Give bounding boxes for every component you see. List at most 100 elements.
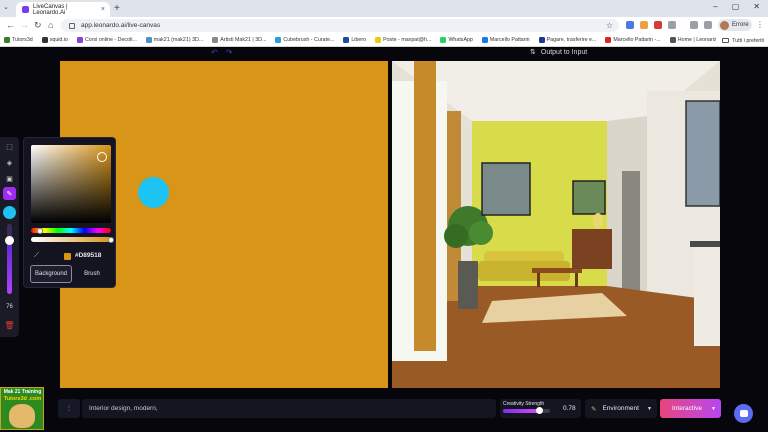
extension-translate-icon[interactable] — [626, 21, 634, 29]
close-tab-icon[interactable]: × — [101, 6, 105, 13]
bookmark-favicon-icon — [538, 37, 545, 43]
minimize-icon[interactable]: – — [713, 2, 717, 11]
opacity-knob[interactable] — [108, 236, 114, 243]
bookmark-favicon-icon — [375, 37, 382, 43]
bookmark-item[interactable]: WhatsApp — [440, 37, 473, 43]
trash-icon[interactable]: 🗑 — [4, 321, 15, 332]
redo-icon[interactable]: ↷ — [226, 48, 241, 57]
select-tool-icon[interactable]: ⬚ — [3, 140, 16, 153]
bookmark-item[interactable]: squid.io — [41, 37, 68, 43]
bookmark-label: squid.io — [49, 37, 68, 43]
bookmark-item[interactable]: Marcello Pattarin -... — [605, 37, 661, 43]
profile-label: Errore — [732, 22, 749, 28]
browser-tab-bar: ⌄ LiveCanvas | Leonardo.Ai × + – ▢ ✕ — [0, 0, 768, 17]
output-to-input-button[interactable]: ⇅ Output to Input — [530, 48, 587, 57]
bookmark-label: Marcello Pattarin -... — [613, 37, 661, 43]
tab-brush[interactable]: Brush — [72, 265, 112, 283]
downloads-icon[interactable] — [690, 21, 698, 29]
maximize-icon[interactable]: ▢ — [732, 2, 740, 11]
bookmark-item[interactable]: Tutors3d — [4, 37, 33, 43]
bookmark-label: Poste - maxpat@h... — [383, 37, 432, 43]
creativity-strength-control: Creativity Strength 0.78 — [500, 399, 581, 418]
brush-color-chip[interactable] — [3, 206, 16, 219]
extension-fox-icon[interactable] — [640, 21, 648, 29]
current-color-swatch — [64, 253, 71, 260]
opacity-slider[interactable] — [31, 236, 114, 243]
reload-icon[interactable]: ↻ — [34, 20, 42, 31]
saturation-value-area[interactable] — [31, 145, 111, 223]
chevron-down-icon[interactable]: ▼ — [711, 406, 716, 412]
bookmark-item[interactable]: mak21 (mak21) 3D... — [145, 37, 204, 43]
mak21-training-logo: Mak 21 Training Tutors3d .com — [0, 387, 44, 430]
image-upload-tool-icon[interactable]: ▣ — [3, 172, 16, 185]
side-panel-icon[interactable] — [704, 21, 712, 29]
browser-menu-icon[interactable]: ⋮ — [756, 20, 764, 29]
eyedropper-icon[interactable]: ⟋ — [34, 252, 39, 260]
logo-line2: Tutors3d .com — [3, 396, 42, 402]
creativity-strength-slider[interactable] — [503, 407, 550, 414]
prompt-input[interactable]: Interior design, modern, — [82, 399, 496, 418]
hue-knob[interactable] — [36, 227, 43, 234]
creativity-strength-knob[interactable] — [536, 407, 544, 414]
window-controls: – ▢ ✕ — [713, 2, 760, 11]
new-tab-button[interactable]: + — [114, 3, 120, 14]
undo-icon[interactable]: ↶ — [211, 48, 226, 57]
undo-redo-controls: ↶↷ — [211, 48, 240, 57]
bookmark-favicon-icon — [275, 37, 282, 43]
bookmark-label: Pagare, trasferire e... — [546, 37, 597, 43]
style-preset-dropdown[interactable]: ✎ Environment ▼ — [585, 399, 657, 418]
bookmark-item[interactable]: Pagare, trasferire e... — [538, 37, 597, 43]
brush-style-icon: ✎ — [591, 405, 597, 413]
brush-size-slider[interactable] — [5, 224, 14, 294]
interactive-mode-label: Interactive — [672, 405, 702, 412]
bookmark-favicon-icon — [212, 37, 219, 43]
bookmark-label: Libero — [351, 37, 367, 43]
bookmark-favicon-icon — [669, 37, 676, 43]
tab-background[interactable]: Background — [30, 265, 72, 283]
bookmark-label: Cubebrush - Curate... — [283, 37, 335, 43]
bookmark-label: Tutors3d — [12, 37, 33, 43]
bookmark-item[interactable]: Marcello Pattarin — [481, 37, 530, 43]
generation-settings-button[interactable]: ⫶ — [58, 399, 80, 418]
url-text: app.leonardo.ai/live-canvas — [81, 22, 161, 29]
bookmark-item[interactable]: Corsi online - Decoli... — [76, 37, 137, 43]
hue-slider[interactable] — [31, 227, 111, 234]
brush-tool-icon[interactable]: ✎ — [3, 187, 16, 200]
support-chat-button[interactable] — [734, 404, 753, 423]
brush-size-knob[interactable] — [5, 236, 14, 246]
tab-title: LiveCanvas | Leonardo.Ai — [33, 3, 68, 16]
bookmark-label: mak21 (mak21) 3D... — [153, 37, 204, 43]
bookmark-favicon-icon — [76, 37, 83, 43]
bookmark-favicon-icon — [41, 37, 48, 43]
bookmark-label: WhatsApp — [448, 37, 473, 43]
bookmark-item[interactable]: Poste - maxpat@h... — [375, 37, 431, 43]
address-bar[interactable]: app.leonardo.ai/live-canvas ☆ — [61, 19, 619, 32]
extensions-puzzle-icon[interactable] — [668, 21, 676, 29]
hex-color-value[interactable]: #D89518 — [75, 252, 101, 259]
eraser-tool-icon[interactable]: ◈ — [3, 156, 16, 169]
tab-search-icon[interactable]: ⌄ — [3, 3, 9, 11]
bookmark-item[interactable]: Cubebrush - Curate... — [275, 37, 334, 43]
bookmarks-bar: Tutors3d squid.io Corsi online - Decoli...… — [0, 34, 768, 47]
all-bookmarks-button[interactable]: Tutti i preferiti — [716, 34, 764, 46]
bookmark-star-icon[interactable]: ☆ — [606, 21, 613, 30]
bookmark-favicon-icon — [4, 37, 10, 43]
saturation-value-knob[interactable] — [97, 151, 108, 162]
bookmark-item[interactable]: Libero — [343, 37, 366, 43]
sliders-icon: ⫶ — [68, 403, 70, 413]
browser-toolbar: ← → ↻ ⌂ app.leonardo.ai/live-canvas ☆ Er… — [0, 17, 768, 34]
interactive-mode-button[interactable]: Interactive ▼ — [660, 399, 721, 418]
extension-shield-icon[interactable] — [654, 21, 662, 29]
leonardo-favicon-icon — [22, 6, 29, 13]
profile-button[interactable]: Errore — [718, 19, 752, 31]
creativity-strength-fill — [503, 409, 540, 413]
creativity-strength-value: 0.78 — [563, 405, 576, 412]
home-icon[interactable]: ⌂ — [48, 20, 53, 30]
bookmark-item[interactable]: Artisti Mak21 | 3D... — [212, 37, 266, 43]
site-info-icon[interactable] — [69, 22, 75, 29]
forward-icon[interactable]: → — [20, 20, 29, 30]
brush-size-fill — [7, 240, 12, 294]
back-icon[interactable]: ← — [6, 20, 15, 30]
browser-tab[interactable]: LiveCanvas | Leonardo.Ai × — [16, 2, 110, 17]
close-window-icon[interactable]: ✕ — [753, 2, 760, 11]
